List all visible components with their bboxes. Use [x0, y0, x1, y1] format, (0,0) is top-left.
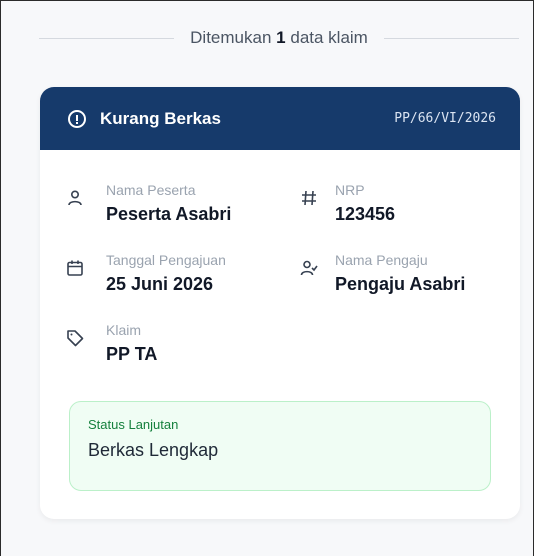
field-nama-peserta: Nama Peserta Peserta Asabri	[64, 181, 231, 225]
results-count-text: Ditemukan 1 data klaim	[174, 28, 384, 48]
field-nama-pengaju: Nama Pengaju Pengaju Asabri	[298, 251, 465, 295]
user-check-icon	[298, 257, 320, 279]
results-summary: Ditemukan 1 data klaim	[39, 23, 519, 53]
field-value: Peserta Asabri	[106, 204, 232, 224]
results-panel: Ditemukan 1 data klaim Kurang Berkas PP/…	[0, 0, 534, 556]
summary-suffix: data klaim	[290, 28, 368, 47]
divider-right	[383, 37, 519, 39]
claim-card[interactable]: Kurang Berkas PP/66/VI/2026 Nama Peserta…	[40, 87, 520, 519]
field-value: 123456	[335, 204, 396, 224]
field-klaim: Klaim PP TA	[64, 321, 157, 365]
field-tanggal-pengajuan: Tanggal Pengajuan 25 Juni 2026	[64, 251, 226, 295]
field-label: Nama Peserta	[106, 182, 196, 198]
alert-circle-icon	[68, 109, 86, 128]
field-label: Tanggal Pengajuan	[106, 252, 226, 268]
user-icon	[64, 187, 86, 209]
field-label: NRP	[335, 182, 365, 198]
summary-prefix: Ditemukan	[190, 28, 272, 47]
hash-icon	[298, 187, 320, 209]
claim-number: PP/66/VI/2026	[394, 111, 496, 126]
field-nrp: NRP 123456	[298, 181, 395, 225]
field-label: Nama Pengaju	[335, 252, 428, 268]
tag-icon	[64, 327, 86, 349]
claim-status-title: Kurang Berkas	[100, 108, 221, 128]
status-lanjutan-box: Status Lanjutan Berkas Lengkap	[69, 401, 491, 491]
divider-left	[39, 37, 175, 39]
field-value: Pengaju Asabri	[335, 274, 466, 294]
claim-card-header: Kurang Berkas PP/66/VI/2026	[40, 87, 520, 150]
field-value: 25 Juni 2026	[106, 274, 214, 294]
field-label: Klaim	[106, 322, 142, 338]
status-lanjutan-label: Status Lanjutan	[88, 417, 179, 432]
status-lanjutan-value: Berkas Lengkap	[88, 440, 219, 460]
calendar-icon	[64, 257, 86, 279]
summary-count: 1	[276, 28, 286, 47]
field-value: PP TA	[106, 344, 158, 364]
